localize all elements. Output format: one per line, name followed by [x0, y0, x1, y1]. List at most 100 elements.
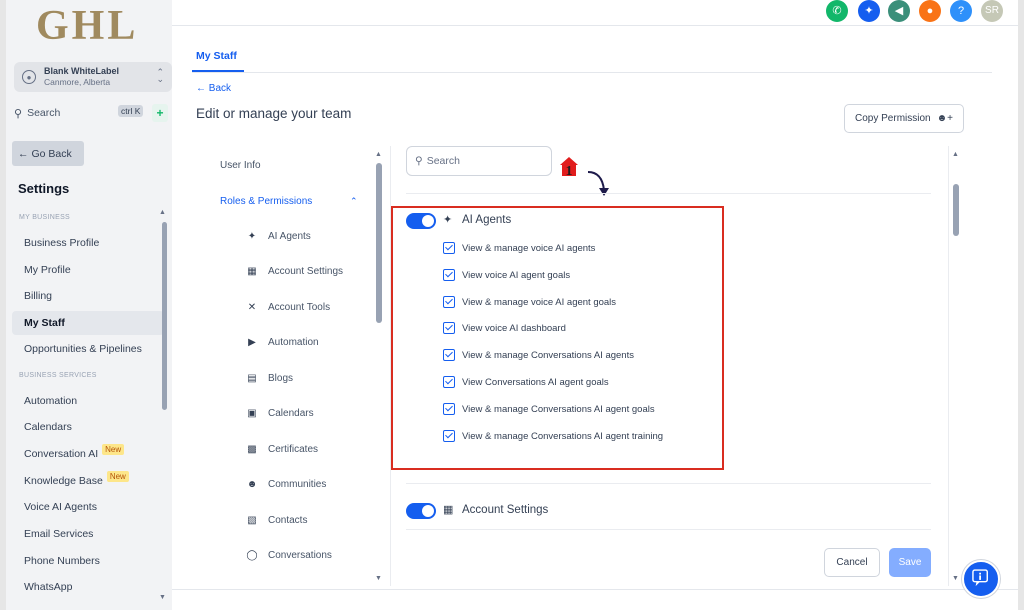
- sparkle-icon: ✦: [443, 214, 453, 226]
- sidebar-item-opportunities[interactable]: Opportunities & Pipelines: [12, 337, 164, 361]
- nav-scrollbar[interactable]: [376, 163, 382, 323]
- nav-label: Account Tools: [268, 302, 331, 313]
- nav-account-settings[interactable]: ▦ Account Settings: [246, 266, 343, 277]
- sidebar-item-label: My Staff: [24, 317, 65, 329]
- chat-widget-button[interactable]: [962, 560, 1000, 598]
- nav-contacts[interactable]: ▧ Contacts: [246, 515, 307, 526]
- step-marker: 1: [560, 157, 578, 179]
- nav-scroll-down[interactable]: ▼: [375, 575, 382, 582]
- checkbox[interactable]: [443, 376, 455, 388]
- permission-row[interactable]: View & manage voice AI agents: [443, 240, 672, 257]
- sidebar-item-voice-ai-agents[interactable]: Voice AI Agents: [12, 495, 164, 519]
- nav-label: Communities: [268, 479, 327, 490]
- sidebar-scrollbar[interactable]: [162, 222, 167, 410]
- checkbox[interactable]: [443, 403, 455, 415]
- sidebar-item-phone-numbers[interactable]: Phone Numbers: [12, 549, 164, 573]
- sidebar-item-label: Business Profile: [24, 237, 100, 249]
- back-link[interactable]: ← Back: [196, 83, 231, 94]
- quick-add-button[interactable]: +: [152, 104, 168, 122]
- nav-user-info[interactable]: User Info: [220, 160, 261, 171]
- permission-row[interactable]: View voice AI agent goals: [443, 267, 672, 284]
- sidebar-item-label: Knowledge Base: [24, 475, 103, 487]
- nav-label: AI Agents: [268, 231, 311, 242]
- permission-row[interactable]: View & manage voice AI agent goals: [443, 294, 672, 311]
- help-icon[interactable]: ?: [950, 0, 972, 22]
- phone-icon[interactable]: ✆: [826, 0, 848, 22]
- checkbox[interactable]: [443, 349, 455, 361]
- sidebar-item-knowledge-base[interactable]: Knowledge Base New: [12, 469, 164, 493]
- panel-scroll-up[interactable]: ▲: [952, 151, 959, 158]
- settings-title: Settings: [18, 181, 70, 196]
- sidebar-scroll-down[interactable]: ▼: [159, 594, 166, 601]
- sidebar-item-automation[interactable]: Automation: [12, 389, 164, 413]
- play-icon: ▶: [248, 337, 256, 348]
- sidebar-item-email-services[interactable]: Email Services: [12, 522, 164, 546]
- panel-divider: [406, 529, 931, 530]
- go-back-button[interactable]: ← Go Back: [12, 141, 84, 166]
- checkbox[interactable]: [443, 296, 455, 308]
- user-plus-icon: ☻+: [936, 113, 953, 124]
- checkbox[interactable]: [443, 269, 455, 281]
- location-icon: ●: [22, 70, 36, 84]
- sidebar-item-conversation-ai[interactable]: Conversation AI New: [12, 442, 164, 466]
- permission-row[interactable]: View Conversations AI agent goals: [443, 374, 672, 391]
- checkbox[interactable]: [443, 322, 455, 334]
- sidebar-search[interactable]: ⚲ Search ctrl K: [14, 104, 146, 122]
- panel-scroll-down[interactable]: ▼: [952, 575, 959, 582]
- user-avatar[interactable]: SR: [981, 0, 1003, 22]
- certificate-icon: ▩: [247, 444, 257, 455]
- nav-ai-agents[interactable]: ✦ AI Agents: [246, 231, 311, 242]
- nav-scroll-up[interactable]: ▲: [375, 151, 382, 158]
- ai-agents-toggle[interactable]: [406, 213, 436, 229]
- checkbox[interactable]: [443, 242, 455, 254]
- permission-row[interactable]: View & manage Conversations AI agent goa…: [443, 401, 672, 418]
- nav-label: User Info: [220, 160, 261, 171]
- copy-permission-button[interactable]: Copy Permission ☻+: [844, 104, 964, 133]
- nav-automation[interactable]: ▶ Automation: [246, 337, 319, 348]
- sidebar-item-my-staff[interactable]: My Staff: [12, 311, 164, 335]
- megaphone-icon[interactable]: ◀: [888, 0, 910, 22]
- sidebar-item-my-profile[interactable]: My Profile: [12, 258, 164, 282]
- window-frame-right: [1018, 0, 1024, 610]
- account-settings-toggle[interactable]: [406, 503, 436, 519]
- permission-row[interactable]: View & manage Conversations AI agent tra…: [443, 428, 672, 445]
- nav-conversations[interactable]: ◯ Conversations: [246, 550, 332, 561]
- sidebar-item-business-profile[interactable]: Business Profile: [12, 231, 164, 255]
- nav-blogs[interactable]: ▤ Blogs: [246, 373, 293, 384]
- section-label-services: BUSINESS SERVICES: [19, 372, 97, 379]
- grid-icon: ▦: [443, 504, 454, 516]
- account-settings-title: Account Settings: [462, 504, 549, 516]
- chevron-up-icon[interactable]: ⌃: [350, 196, 358, 207]
- chat-icon: ◯: [246, 550, 258, 561]
- tab-my-staff[interactable]: My Staff: [196, 50, 237, 62]
- nav-label: Contacts: [268, 515, 308, 526]
- grid-icon: ▦: [247, 266, 257, 277]
- nav-account-tools[interactable]: ✕ Account Tools: [246, 302, 330, 313]
- permission-label: View Conversations AI agent goals: [462, 377, 609, 388]
- checkbox[interactable]: [443, 430, 455, 442]
- sidebar-item-calendars[interactable]: Calendars: [12, 415, 164, 439]
- nav-communities[interactable]: ☻ Communities: [246, 479, 327, 490]
- sidebar-item-whatsapp[interactable]: WhatsApp: [12, 575, 164, 599]
- nav-certificates[interactable]: ▩ Certificates: [246, 444, 318, 455]
- cancel-button[interactable]: Cancel: [824, 548, 880, 577]
- nav-calendars[interactable]: ▣ Calendars: [246, 408, 313, 419]
- top-bar: ✆ ✦ ◀ ● ? SR: [172, 0, 1018, 26]
- sidebar-scroll-up[interactable]: ▲: [159, 209, 166, 216]
- bell-icon[interactable]: ●: [919, 0, 941, 22]
- nav-label: Automation: [268, 337, 319, 348]
- permission-search-input[interactable]: ⚲ Search: [406, 146, 552, 176]
- permission-row[interactable]: View voice AI dashboard: [443, 320, 672, 337]
- permission-label: View & manage Conversations AI agent goa…: [462, 404, 655, 415]
- save-button[interactable]: Save: [889, 548, 931, 577]
- account-switcher[interactable]: ● Blank WhiteLabel Canmore, Alberta ⌃ ⌄: [14, 62, 172, 92]
- sidebar-item-billing[interactable]: Billing: [12, 284, 164, 308]
- panel-scrollbar[interactable]: [953, 184, 959, 236]
- permission-label: View voice AI dashboard: [462, 323, 566, 334]
- permission-row[interactable]: View & manage Conversations AI agents: [443, 347, 672, 364]
- nav-roles-permissions[interactable]: Roles & Permissions: [220, 196, 312, 207]
- users-icon: ☻: [246, 479, 258, 490]
- sidebar-item-label: Automation: [24, 395, 78, 407]
- sidebar-item-label: Opportunities & Pipelines: [24, 343, 142, 355]
- sparkle-icon[interactable]: ✦: [858, 0, 880, 22]
